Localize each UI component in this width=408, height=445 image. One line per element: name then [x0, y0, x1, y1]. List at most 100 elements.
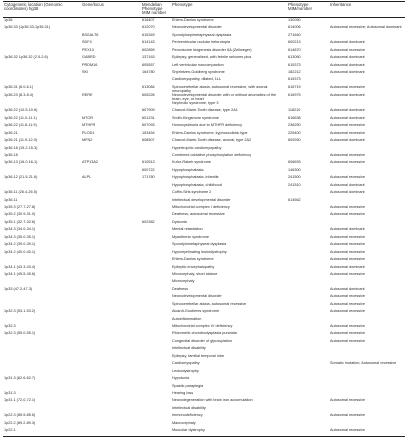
cell-inheritance	[329, 198, 405, 205]
cell-location: 1p34.2 (40.0-40.1)	[4, 249, 36, 254]
table-row: 1p31.1 (72.0-72.1) Neurodegeneration with…	[3, 398, 405, 405]
cell-phenotype: Kufor-Rakeb syndrome	[172, 160, 212, 165]
cell-gene: RERE	[82, 92, 93, 97]
cell-phenotype: Immunodeficiency	[172, 413, 203, 418]
cell-phenotype-mim: 146300	[288, 167, 301, 172]
cell-location: 1p36.18 (15.2-15.3)	[4, 145, 38, 150]
table-row: 1p34.1 (43.3-43.4) Epileptic encephalopat…	[3, 265, 405, 272]
table-row: 1p31.3 Hearing loss	[3, 391, 405, 398]
cell-location: 1p36.11 (26.4-26.5)	[4, 190, 38, 195]
cell-inheritance: Autosomal recessive	[330, 324, 366, 329]
phenotype-table: Cytogenetic location (Genomic coordinate…	[3, 1, 405, 437]
cell-mendelian-mim: 600722	[142, 167, 155, 172]
table-row: PRDM16 605557 Left ventricular noncompacti…	[3, 63, 405, 70]
cell-phenotype-mim: 182212	[288, 70, 301, 75]
cell-mendelian-mim	[141, 354, 171, 361]
cell-phenotype-mim	[287, 272, 329, 279]
cell-location: 1p34.3 (34.0-34.1)	[4, 227, 36, 232]
cell-location: 1p22.1	[3, 428, 81, 437]
table-row: Microcephaly	[3, 279, 405, 286]
cell-phenotype: Neurodegeneration with brain iron accumu…	[172, 398, 253, 403]
cell-inheritance: Autosomal recessive	[330, 413, 366, 418]
cell-phenotype-mim	[287, 235, 329, 242]
cell-phenotype: Muscular dystrophy	[171, 428, 287, 437]
table-row: 1p36.13 (16.0-16.1) ATP13A2 610513 Kufor-Ra…	[3, 160, 405, 167]
cell-phenotype-mim	[287, 294, 329, 301]
cell-location: 1p36.13 (16.0-16.1)	[4, 160, 38, 165]
cell-mendelian-mim: 607093	[142, 123, 155, 128]
cell-gene: GABRD	[82, 55, 96, 60]
cell-phenotype: Epilepsy, generalized, with febrile seiz…	[172, 55, 252, 60]
cell-gene	[81, 183, 141, 190]
header-phenotype-mim: Phenotype MIM/number	[287, 1, 329, 18]
cell-gene	[81, 212, 141, 219]
cell-mendelian-mim	[141, 309, 171, 316]
table-row: Neurodevelopmental disorder Autosomal rec…	[3, 294, 405, 301]
cell-mendelian-mim	[141, 302, 171, 309]
cell-phenotype: Epilepsy, familial temporal lobe	[172, 353, 225, 358]
cell-phenotype: Macrocephaly	[172, 420, 196, 425]
cell-phenotype-mim	[287, 227, 329, 234]
cell-mendelian-mim	[141, 376, 171, 383]
cell-gene	[81, 257, 141, 264]
cell-location	[3, 257, 81, 264]
cell-phenotype: Smith-Kingsmore syndrome	[172, 115, 219, 120]
cell-phenotype: Combined oxidative phosphorylation defic…	[172, 152, 252, 157]
header-inheritance: Inheritance	[329, 1, 405, 18]
header-phenotype: Phenotype	[171, 1, 287, 18]
table-row: PEX10 602859 Peroxisome biogenesis disorde…	[3, 48, 405, 55]
cell-phenotype-mim	[287, 250, 329, 257]
table-row: 1p36 616407 Ehlers-Danlos syndrome 130050	[3, 17, 405, 25]
table-row: Nephrotic syndrome, type 3	[3, 101, 405, 108]
header-mendelian-mim: Mendelian Phenotype MIM number	[141, 1, 171, 18]
cell-gene	[81, 25, 141, 32]
cell-phenotype-mim	[287, 376, 329, 383]
cell-location: 1p22.2 (89.2-89.3)	[4, 420, 36, 425]
cell-mendelian-mim	[141, 242, 171, 249]
cell-location: 1p36.32 1p36.32 (2.5-2.6)	[4, 55, 48, 60]
cell-location	[3, 361, 81, 368]
cell-phenotype-mim: 606693	[288, 160, 301, 165]
cell-mendelian-mim	[141, 235, 171, 242]
table-row: 1p32.3 (53.1-53.2) Aicardi-Goutieres synd…	[3, 309, 405, 316]
table-row: 1p36.11 (26.4-26.5) Coffin-Siris syndrome…	[3, 190, 405, 197]
cell-mendelian-mim: 608507	[142, 138, 155, 143]
cell-gene	[81, 302, 141, 309]
cell-phenotype: Neurodevelopmental disorder	[172, 25, 222, 30]
cell-inheritance: Autosomal recessive	[329, 428, 405, 437]
table-row: Epilepsy, familial temporal lobe	[3, 354, 405, 361]
cell-phenotype-mim	[287, 317, 329, 324]
cell-inheritance: Autosomal dominant	[330, 62, 365, 67]
cell-location	[3, 346, 81, 353]
cell-phenotype-mim	[287, 153, 329, 160]
cell-phenotype-mim: 615373	[288, 77, 301, 82]
cell-location	[3, 48, 81, 55]
cell-phenotype-mim	[287, 421, 329, 428]
cell-phenotype-mim	[287, 391, 329, 398]
cell-phenotype: Nephrotic syndrome, type 3	[172, 100, 219, 105]
cell-phenotype: Rhizomelic chondrodysplasia punctata	[172, 331, 237, 336]
cell-gene	[81, 250, 141, 257]
cell-gene	[81, 294, 141, 301]
cell-gene	[81, 317, 141, 324]
cell-phenotype: Autoinflammation	[172, 316, 202, 321]
table-row: Hypophosphatasia, childhood 241510 Autosom…	[3, 183, 405, 190]
cell-gene	[81, 85, 141, 93]
cell-phenotype: Hypertrophic cardiomyopathy	[172, 145, 222, 150]
cell-gene: MTOR	[82, 115, 94, 120]
cell-phenotype: Intellectual disability	[172, 346, 206, 351]
cell-mendelian-mim: 610513	[142, 160, 155, 165]
cell-phenotype-mim: 118210	[288, 108, 301, 113]
cell-gene: PEX10	[82, 47, 94, 52]
cell-gene	[81, 220, 141, 227]
cell-phenotype: Deafness, autosomal recessive	[172, 212, 225, 217]
cell-gene	[81, 346, 141, 353]
cell-gene	[81, 198, 141, 205]
table-row: B3GALT6 615349 Spondyloepimetaphyseal dysp…	[3, 33, 405, 40]
cell-location: 1p36.22 (11.8-11.9)	[4, 123, 37, 128]
header-row: Cytogenetic location (Genomic coordinate…	[3, 1, 405, 18]
cell-mendelian-mim	[141, 190, 171, 197]
cell-location: 1p35.3 (27.7-27.8)	[4, 205, 36, 210]
cell-phenotype-mim: 600213	[288, 40, 301, 45]
cell-location	[3, 40, 81, 47]
